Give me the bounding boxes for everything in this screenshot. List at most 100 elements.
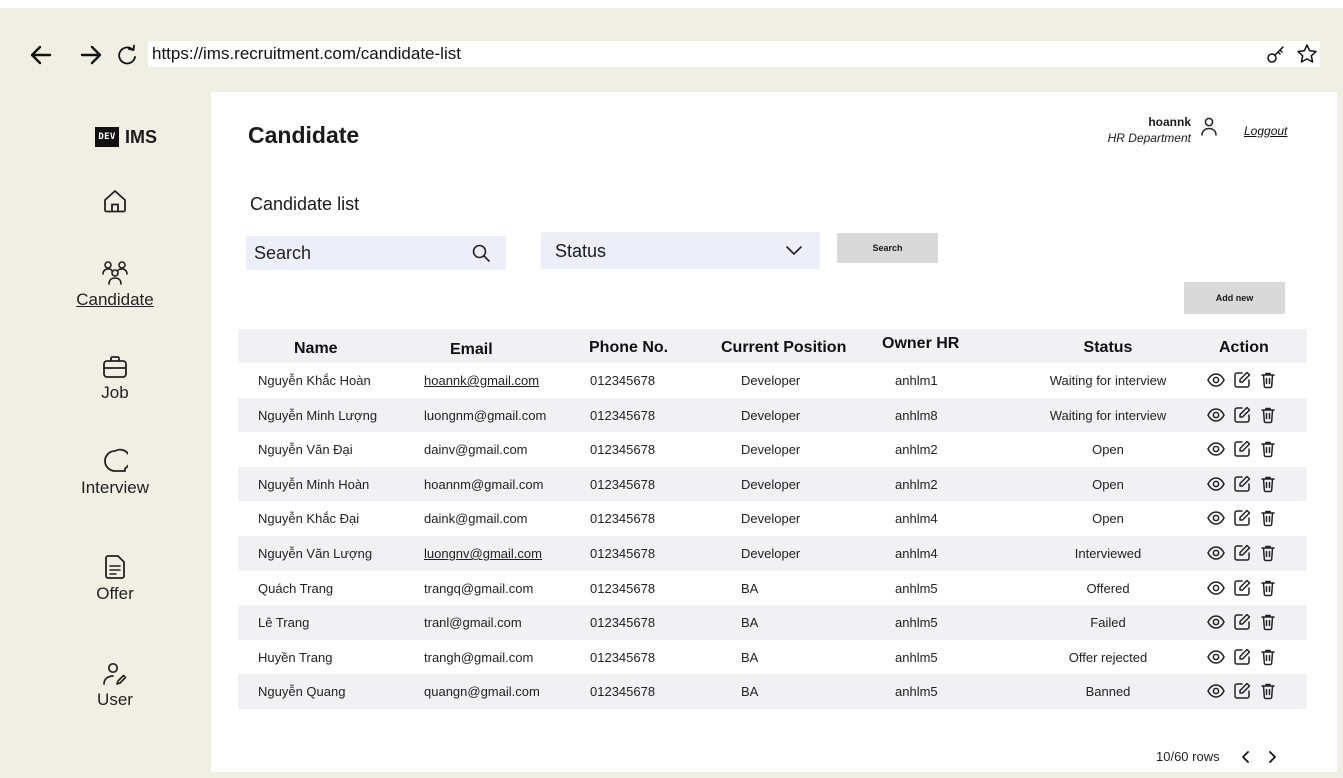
- sidebar-item-offer[interactable]: Offer: [40, 554, 190, 604]
- candidate-owner-hr: anhlm5: [895, 684, 938, 700]
- column-header-action: Action: [1219, 339, 1269, 356]
- sidebar-item-candidate[interactable]: Candidate: [40, 260, 190, 310]
- candidate-phone: 012345678: [590, 511, 656, 527]
- eye-icon[interactable]: [1207, 544, 1225, 562]
- chevron-down-icon: [786, 246, 802, 255]
- candidate-email[interactable]: luongnm@gmail.com: [424, 408, 546, 423]
- candidate-owner-hr: anhlm8: [895, 407, 938, 423]
- eye-icon[interactable]: [1207, 648, 1225, 666]
- candidate-phone: 012345678: [590, 684, 656, 700]
- search-button[interactable]: Search: [837, 233, 938, 263]
- search-icon[interactable]: [472, 244, 490, 262]
- trash-icon[interactable]: [1259, 475, 1277, 493]
- row-actions: [1207, 371, 1277, 389]
- edit-icon[interactable]: [1233, 440, 1251, 458]
- candidate-name: Nguyễn Văn Đại: [258, 442, 353, 458]
- candidate-email[interactable]: quangn@gmail.com: [424, 684, 540, 699]
- edit-icon[interactable]: [1233, 579, 1251, 597]
- candidate-email[interactable]: hoannm@gmail.com: [424, 477, 543, 492]
- sidebar-item-home[interactable]: [40, 188, 190, 214]
- table-row[interactable]: Quách Trang trangq@gmail.com 012345678 BA an…: [238, 571, 1307, 606]
- eye-icon[interactable]: [1207, 613, 1225, 631]
- edit-icon[interactable]: [1233, 509, 1251, 527]
- chevron-left-icon[interactable]: [1240, 750, 1252, 764]
- table-row[interactable]: Nguyễn Quang quangn@gmail.com 012345678 BA a…: [238, 674, 1307, 709]
- table-row[interactable]: Lê Trang tranl@gmail.com 012345678 BA anhlm5…: [238, 605, 1307, 640]
- table-row[interactable]: Nguyễn Khắc Hoàn hoannk@gmail.com 01234567…: [238, 363, 1307, 398]
- add-new-button[interactable]: Add new: [1184, 282, 1285, 314]
- column-header-position: Current Position: [721, 339, 847, 356]
- edit-icon[interactable]: [1233, 682, 1251, 700]
- table-row[interactable]: Nguyễn Văn Đại dainv@gmail.com 012345678 De…: [238, 432, 1307, 467]
- trash-icon[interactable]: [1259, 509, 1277, 527]
- url-bar[interactable]: https://ims.recruitment.com/candidate-li…: [148, 41, 1320, 67]
- candidate-position: Developer: [741, 407, 801, 423]
- edit-icon[interactable]: [1233, 475, 1251, 493]
- table-row[interactable]: Huyền Trang trangh@gmail.com 012345678 BA an…: [238, 640, 1307, 675]
- eye-icon[interactable]: [1207, 371, 1225, 389]
- eye-icon[interactable]: [1207, 475, 1225, 493]
- candidate-email[interactable]: dainv@gmail.com: [424, 442, 528, 457]
- trash-icon[interactable]: [1259, 544, 1277, 562]
- candidate-phone: 012345678: [590, 476, 656, 492]
- edit-icon[interactable]: [1233, 648, 1251, 666]
- status-select[interactable]: Status: [541, 232, 820, 269]
- trash-icon[interactable]: [1259, 371, 1277, 389]
- table-row[interactable]: Nguyễn Khắc Đại daink@gmail.com 012345678 D…: [238, 501, 1307, 536]
- trash-icon[interactable]: [1259, 613, 1277, 631]
- logo-text: IMS: [125, 126, 158, 147]
- candidate-status: Banned: [1085, 684, 1131, 700]
- logout-link[interactable]: Loggout: [1244, 124, 1287, 138]
- sidebar-label-candidate: Candidate: [76, 290, 154, 309]
- eye-icon[interactable]: [1207, 406, 1225, 424]
- trash-icon[interactable]: [1259, 440, 1277, 458]
- edit-icon[interactable]: [1233, 406, 1251, 424]
- app-logo[interactable]: DEV IMS: [95, 126, 157, 148]
- edit-icon[interactable]: [1233, 544, 1251, 562]
- search-input[interactable]: [246, 236, 466, 270]
- edit-icon[interactable]: [1233, 613, 1251, 631]
- key-icon[interactable]: [1266, 44, 1286, 64]
- candidate-email[interactable]: trangh@gmail.com: [424, 650, 533, 665]
- candidate-status: Waiting for interview: [1049, 373, 1167, 388]
- eye-icon[interactable]: [1207, 440, 1225, 458]
- chevron-right-icon[interactable]: [1266, 750, 1278, 764]
- sidebar-item-user[interactable]: User: [40, 662, 190, 710]
- trash-icon[interactable]: [1259, 579, 1277, 597]
- reload-icon[interactable]: [116, 44, 138, 66]
- candidate-email[interactable]: trangq@gmail.com: [424, 581, 533, 596]
- candidate-email[interactable]: daink@gmail.com: [424, 511, 528, 526]
- candidate-status: Offer rejected: [1068, 649, 1148, 665]
- user-icon[interactable]: [1200, 117, 1218, 137]
- bookmark-star-icon[interactable]: [1296, 43, 1318, 65]
- users-icon: [102, 261, 128, 285]
- eye-icon[interactable]: [1207, 509, 1225, 527]
- candidate-status: Failed: [1090, 615, 1126, 631]
- candidate-owner-hr: anhlm1: [895, 373, 938, 388]
- table-row[interactable]: Nguyễn Minh Hoàn hoannm@gmail.com 01234567…: [238, 466, 1307, 502]
- page-title: Candidate: [248, 122, 360, 148]
- candidate-position: Developer: [741, 476, 801, 492]
- trash-icon[interactable]: [1259, 406, 1277, 424]
- logo-badge: DEV: [95, 127, 119, 147]
- sidebar-item-interview[interactable]: Interview: [40, 448, 190, 498]
- back-arrow-icon[interactable]: [30, 44, 52, 66]
- candidate-phone: 012345678: [590, 580, 656, 596]
- trash-icon[interactable]: [1259, 682, 1277, 700]
- edit-icon[interactable]: [1233, 371, 1251, 389]
- candidate-email[interactable]: tranl@gmail.com: [424, 615, 522, 630]
- sidebar-item-job[interactable]: Job: [40, 355, 190, 403]
- section-title: Candidate list: [250, 194, 360, 214]
- candidate-email[interactable]: luongnv@gmail.com: [424, 546, 542, 561]
- trash-icon[interactable]: [1259, 648, 1277, 666]
- eye-icon[interactable]: [1207, 682, 1225, 700]
- candidate-status: Open: [1092, 476, 1124, 492]
- eye-icon[interactable]: [1207, 579, 1225, 597]
- candidate-position: BA: [741, 615, 759, 631]
- briefcase-icon: [103, 356, 127, 378]
- table-row[interactable]: Nguyễn Minh Lượng luongnm@gmail.com 012345…: [238, 397, 1307, 433]
- home-icon: [104, 190, 126, 213]
- table-row[interactable]: Nguyễn Văn Lượng luongnv@gmail.com 0123456…: [238, 535, 1307, 571]
- forward-arrow-icon[interactable]: [80, 44, 102, 66]
- candidate-email[interactable]: hoannk@gmail.com: [424, 373, 539, 388]
